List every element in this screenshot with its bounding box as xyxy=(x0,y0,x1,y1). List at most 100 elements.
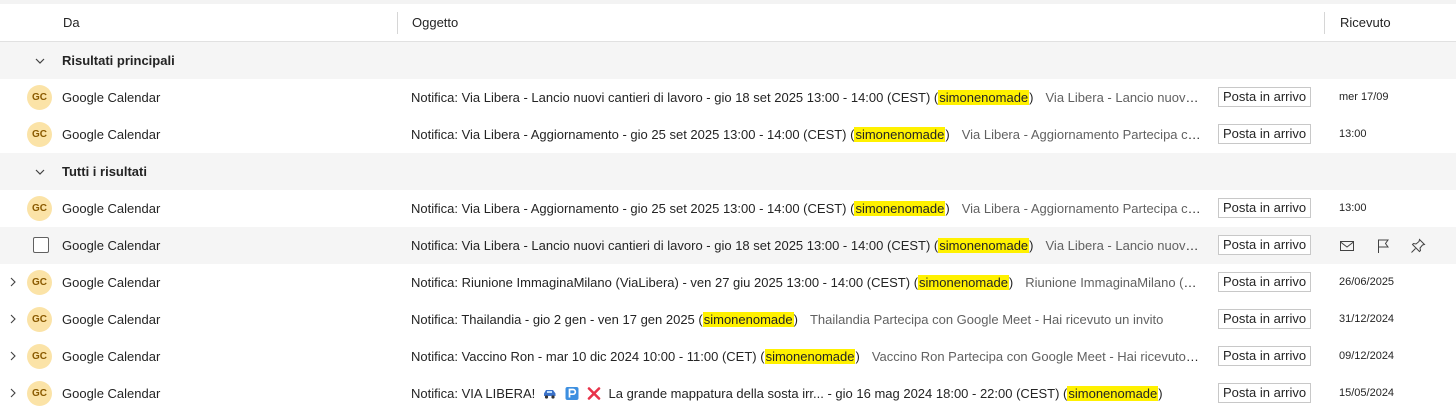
folder-badge[interactable]: Posta in arrivo xyxy=(1218,383,1312,403)
subject-line: Notifica: Via Libera - Lancio nuovi cant… xyxy=(411,227,1201,264)
chevron-down-icon[interactable] xyxy=(32,164,48,180)
search-highlight: simonenomade xyxy=(854,127,946,142)
message-row[interactable]: GC Google Calendar Notifica: Via Libera … xyxy=(0,190,1456,228)
avatar: GC xyxy=(27,196,52,221)
received-date: 13:00 xyxy=(1339,128,1367,140)
sender: Google Calendar xyxy=(62,312,161,327)
message-row[interactable]: GC Google Calendar Notifica: Vaccino Ron… xyxy=(0,338,1456,376)
search-highlight: simonenomade xyxy=(938,90,1030,105)
select-checkbox[interactable] xyxy=(33,237,49,253)
column-from[interactable]: Da xyxy=(63,4,80,41)
subject-text: La grande mappatura della sosta irr... -… xyxy=(604,386,1068,401)
avatar: GC xyxy=(27,270,52,295)
subject-text: Notifica: Thailandia - gio 2 gen - ven 1… xyxy=(411,312,703,327)
cross-mark-emoji-icon xyxy=(587,387,601,400)
message-row[interactable]: GC Google Calendar Notifica: VIA LIBERA!… xyxy=(0,375,1456,412)
group-title: Risultati principali xyxy=(62,53,175,68)
chevron-right-icon[interactable] xyxy=(7,313,19,325)
folder-badge[interactable]: Posta in arrivo xyxy=(1218,346,1312,366)
subject-text: ) xyxy=(855,349,860,364)
column-divider[interactable] xyxy=(1324,12,1325,34)
group-header-all-results[interactable]: Tutti i risultati xyxy=(0,153,1456,191)
subject-text: Notifica: Via Libera - Aggiornamento - g… xyxy=(411,201,855,216)
subject-line: Notifica: Vaccino Ron - mar 10 dic 2024 … xyxy=(411,338,1201,375)
subject-text: Notifica: Riunione ImmaginaMilano (ViaLi… xyxy=(411,275,919,290)
message-row[interactable]: GC Google Calendar Notifica: Via Libera … xyxy=(0,116,1456,154)
avatar: GC xyxy=(27,381,52,406)
column-received[interactable]: Ricevuto xyxy=(1340,4,1391,41)
sender: Google Calendar xyxy=(62,386,161,401)
message-row[interactable]: GC Google Calendar Notifica: Via Libera … xyxy=(0,79,1456,117)
message-row[interactable]: GC Google Calendar Notifica: Thailandia … xyxy=(0,301,1456,339)
column-subject[interactable]: Oggetto xyxy=(412,4,458,41)
sender: Google Calendar xyxy=(62,127,161,142)
sender: Google Calendar xyxy=(62,349,161,364)
search-highlight: simonenomade xyxy=(1067,386,1159,401)
avatar: GC xyxy=(27,122,52,147)
subject-line: Notifica: Via Libera - Aggiornamento - g… xyxy=(411,116,1201,153)
flag-icon[interactable] xyxy=(1375,238,1391,254)
group-header-top-results[interactable]: Risultati principali xyxy=(0,42,1456,80)
subject-line: Notifica: Via Libera - Lancio nuovi cant… xyxy=(411,79,1201,116)
mail-icon[interactable] xyxy=(1339,238,1355,254)
received-date: 31/12/2024 xyxy=(1339,313,1395,325)
message-row[interactable]: GC Google Calendar Notifica: Riunione Im… xyxy=(0,264,1456,302)
subject-text: ) xyxy=(945,127,950,142)
subject-text: Notifica: Via Libera - Lancio nuovi cant… xyxy=(411,90,939,105)
search-highlight: simonenomade xyxy=(854,201,946,216)
received-date: 13:00 xyxy=(1339,202,1367,214)
search-highlight: simonenomade xyxy=(938,238,1030,253)
avatar: GC xyxy=(27,307,52,332)
subject-text: Notifica: Via Libera - Lancio nuovi cant… xyxy=(411,238,939,253)
message-preview: Via Libera - Aggiornamento Partecipa con… xyxy=(961,127,1201,142)
received-date: 26/06/2025 xyxy=(1339,276,1395,288)
subject-text: ) xyxy=(1008,275,1014,290)
received-date: 15/05/2024 xyxy=(1339,387,1395,399)
subject-text: ) xyxy=(1158,386,1163,401)
group-title: Tutti i risultati xyxy=(62,164,147,179)
search-highlight: simonenomade xyxy=(918,275,1009,290)
search-highlight: simonenomade xyxy=(764,349,856,364)
message-row[interactable]: Google Calendar Notifica: Via Libera - L… xyxy=(0,227,1456,265)
folder-badge[interactable]: Posta in arrivo xyxy=(1218,235,1312,255)
sender: Google Calendar xyxy=(62,275,161,290)
message-preview: Vaccino Ron Partecipa con Google Meet - … xyxy=(871,349,1201,364)
folder-badge[interactable]: Posta in arrivo xyxy=(1218,124,1312,144)
subject-text: Notifica: VIA LIBERA! xyxy=(411,386,539,401)
chevron-down-icon[interactable] xyxy=(32,53,48,69)
message-preview: Riunione ImmaginaMilano (ViaLibera) xyxy=(1025,275,1201,290)
sender: Google Calendar xyxy=(62,90,161,105)
subject-text: ) xyxy=(945,201,950,216)
chevron-right-icon[interactable] xyxy=(7,387,19,399)
chevron-right-icon[interactable] xyxy=(7,276,19,288)
message-preview: Via Libera - Lancio nuovi cantieri di la… xyxy=(1045,90,1202,105)
received-date: 09/12/2024 xyxy=(1339,350,1395,362)
parking-emoji-icon xyxy=(565,387,579,400)
subject-text: ) xyxy=(793,312,798,327)
subject-text: ) xyxy=(1029,238,1034,253)
subject-line: Notifica: Riunione ImmaginaMilano (ViaLi… xyxy=(411,264,1201,301)
subject-text: Notifica: Via Libera - Aggiornamento - g… xyxy=(411,127,855,142)
message-preview: Via Libera - Aggiornamento Partecipa con… xyxy=(961,201,1201,216)
sender: Google Calendar xyxy=(62,238,161,253)
folder-badge[interactable]: Posta in arrivo xyxy=(1218,198,1312,218)
subject-text: ) xyxy=(1029,90,1034,105)
received-date: mer 17/09 xyxy=(1339,91,1389,103)
message-preview: Via Libera - Lancio nuovi cantieri di la… xyxy=(1045,238,1202,253)
pin-icon[interactable] xyxy=(1410,238,1426,254)
subject-line: Notifica: VIA LIBERA! La grande mappatur… xyxy=(411,375,1201,412)
subject-line: Notifica: Thailandia - gio 2 gen - ven 1… xyxy=(411,301,1201,338)
folder-badge[interactable]: Posta in arrivo xyxy=(1218,309,1312,329)
subject-text: Notifica: Vaccino Ron - mar 10 dic 2024 … xyxy=(411,349,765,364)
sender: Google Calendar xyxy=(62,201,161,216)
message-preview: Thailandia Partecipa con Google Meet - H… xyxy=(809,312,1164,327)
chevron-right-icon[interactable] xyxy=(7,350,19,362)
column-header: Da Oggetto Ricevuto xyxy=(0,4,1456,42)
column-divider[interactable] xyxy=(397,12,398,34)
subject-line: Notifica: Via Libera - Aggiornamento - g… xyxy=(411,190,1201,227)
search-highlight: simonenomade xyxy=(702,312,794,327)
folder-badge[interactable]: Posta in arrivo xyxy=(1218,87,1312,107)
car-emoji-icon xyxy=(543,390,556,399)
avatar: GC xyxy=(27,85,52,110)
folder-badge[interactable]: Posta in arrivo xyxy=(1218,272,1312,292)
